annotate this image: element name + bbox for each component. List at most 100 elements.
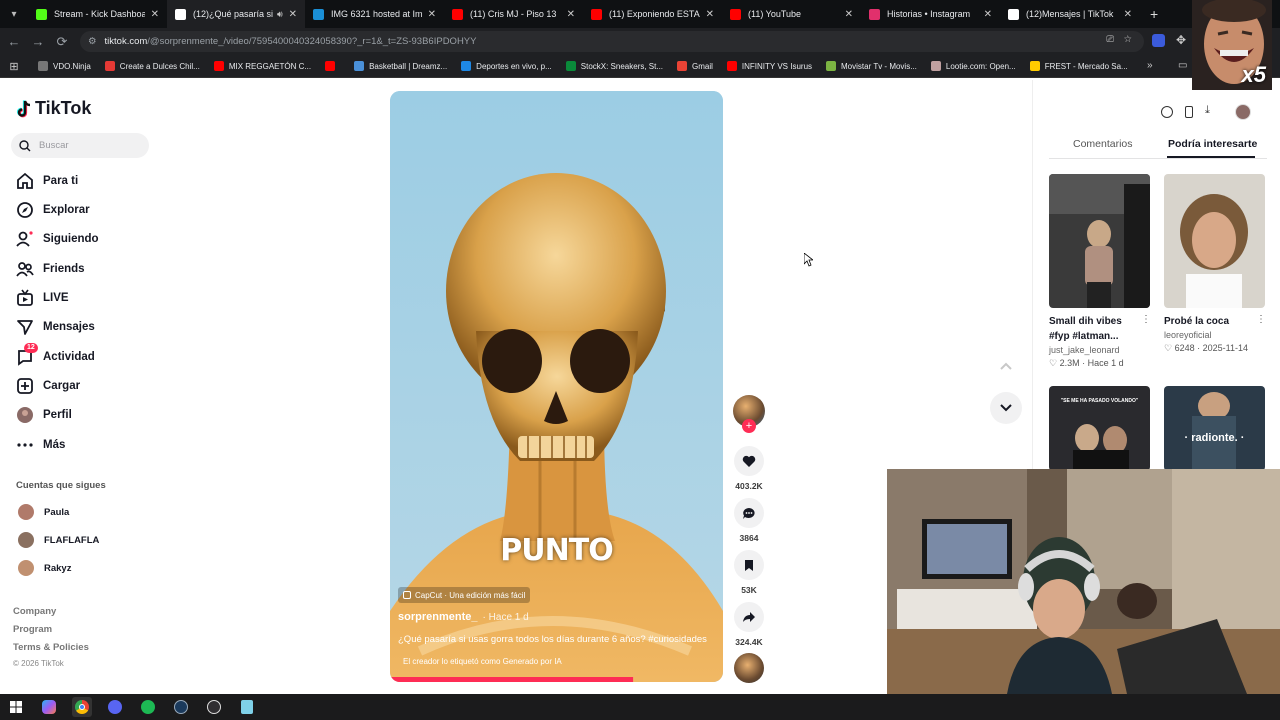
like-button[interactable]: [734, 446, 764, 476]
site-info-icon[interactable]: ⚙: [88, 36, 97, 47]
install-app-icon[interactable]: ⎚: [1106, 34, 1114, 45]
nav-item-more[interactable]: Más: [16, 435, 65, 455]
tab-search-icon[interactable]: ▾: [0, 0, 28, 28]
new-tab-button[interactable]: +: [1150, 6, 1158, 22]
spotify-icon[interactable]: [138, 697, 158, 717]
card-more-icon[interactable]: ⋮: [1141, 314, 1151, 325]
browser-tab[interactable]: Historias • Instagram ✕: [861, 0, 1000, 28]
search-input[interactable]: Buscar: [11, 133, 149, 158]
explore-small-icon[interactable]: [1161, 106, 1173, 118]
followed-account[interactable]: Paula: [18, 504, 69, 520]
reload-icon[interactable]: ⟳: [50, 34, 74, 50]
windows-start-icon[interactable]: [6, 697, 26, 717]
tab-comments[interactable]: Comentarios: [1073, 138, 1133, 150]
bookmark-item[interactable]: Create a Dulces Chil...: [104, 61, 200, 71]
tab-close-icon[interactable]: ✕: [428, 9, 436, 20]
next-video-button[interactable]: [990, 392, 1022, 424]
chrome-icon[interactable]: [72, 697, 92, 717]
device-icon[interactable]: [1185, 106, 1193, 118]
bookmark-item[interactable]: Movistar Tv - Movis...: [826, 61, 917, 71]
nav-item-upload[interactable]: Cargar: [16, 376, 80, 396]
capcut-tag[interactable]: CapCut · Una edición más fácil: [398, 587, 531, 603]
comment-button[interactable]: [734, 498, 764, 528]
footer-link[interactable]: Company: [13, 606, 56, 617]
browser-tab[interactable]: (11) YouTube ✕: [722, 0, 861, 28]
copilot-icon[interactable]: [39, 697, 59, 717]
suggested-video-card[interactable]: "SE ME HA PASADO VOLANDO": [1049, 386, 1150, 471]
video-thumbnail[interactable]: [1164, 174, 1265, 308]
tab-close-icon[interactable]: ✕: [289, 9, 297, 20]
tab-close-icon[interactable]: ✕: [567, 9, 575, 20]
notepad-icon[interactable]: [237, 697, 257, 717]
audio-playing-icon[interactable]: 🔊︎: [277, 9, 283, 20]
followed-account[interactable]: FLAFLAFLA: [18, 532, 99, 548]
follow-plus-button[interactable]: +: [742, 419, 756, 433]
tab-close-icon[interactable]: ✕: [1124, 9, 1132, 20]
nav-item-home[interactable]: Para ti: [16, 171, 78, 191]
bookmark-item[interactable]: Gmail: [677, 61, 713, 71]
extensions-puzzle-icon[interactable]: ✥: [1176, 33, 1186, 47]
video-author[interactable]: sorprenmente_: [398, 611, 477, 623]
tab-suggested[interactable]: Podría interesarte: [1168, 138, 1257, 150]
browser-tab[interactable]: (11) Exponiendo ESTAFAS ✕: [583, 0, 722, 28]
bookmark-item[interactable]: VDO.Ninja: [38, 61, 91, 71]
video-description[interactable]: ¿Qué pasaría si usas gorra todos los día…: [398, 634, 707, 645]
video-progress-bar[interactable]: [390, 677, 634, 682]
footer-link[interactable]: Terms & Policies: [13, 642, 89, 653]
tab-close-icon[interactable]: ✕: [706, 9, 714, 20]
video-thumbnail[interactable]: "SE ME HA PASADO VOLANDO": [1049, 386, 1150, 471]
bookmark-star-icon[interactable]: ☆: [1123, 34, 1132, 45]
suggested-video-card[interactable]: Probé la coca ⋮ leoreyoficial ♡ 6248 · 2…: [1164, 174, 1266, 354]
apps-grid-icon[interactable]: ⊞: [0, 60, 28, 73]
bookmarks-more-button[interactable]: »: [1147, 60, 1153, 71]
tab-close-icon[interactable]: ✕: [151, 9, 159, 20]
nav-item-following[interactable]: Siguiendo: [16, 229, 99, 249]
steam-icon[interactable]: [171, 697, 191, 717]
folder-icon[interactable]: ▭: [1178, 60, 1187, 71]
bookmark-item[interactable]: Basketball | Dreamz...: [354, 61, 447, 71]
previous-video-button[interactable]: [990, 350, 1022, 382]
nav-item-activity[interactable]: 12 Actividad: [16, 343, 95, 367]
browser-tab[interactable]: Stream - Kick Dashboard ✕: [28, 0, 167, 28]
music-disc-avatar[interactable]: [734, 653, 764, 683]
user-avatar[interactable]: [1235, 104, 1251, 120]
suggested-video-card[interactable]: Small dih vibes #fyp #latman... ⋮ just_j…: [1049, 174, 1151, 369]
discord-icon[interactable]: [105, 697, 125, 717]
video-player[interactable]: PUNTO CapCut · Una edición más fácil sor…: [390, 91, 723, 682]
card-more-icon[interactable]: ⋮: [1256, 314, 1266, 325]
back-icon[interactable]: ←: [2, 34, 26, 49]
save-button[interactable]: [734, 550, 764, 580]
ai-generated-label[interactable]: El creador lo etiquetó como Generado por…: [403, 657, 562, 666]
obs-icon[interactable]: [204, 697, 224, 717]
suggested-video-card[interactable]: · radionte. ·: [1164, 386, 1265, 471]
tiktok-logo[interactable]: TikTok: [16, 98, 91, 119]
card-user[interactable]: leoreyoficial: [1164, 330, 1265, 340]
nav-item-compass[interactable]: Explorar: [16, 200, 90, 220]
tab-close-icon[interactable]: ✕: [984, 9, 992, 20]
extension-icon[interactable]: [1152, 34, 1165, 47]
nav-item-messages[interactable]: Mensajes: [16, 317, 95, 337]
url-bar[interactable]: ⚙ tiktok.com/@sorprenmente_/video/759540…: [80, 31, 1144, 52]
card-user[interactable]: just_jake_leonard: [1049, 345, 1150, 355]
forward-icon[interactable]: →: [26, 34, 50, 49]
bookmark-item[interactable]: FREST - Mercado Sa...: [1029, 61, 1128, 71]
download-icon[interactable]: ⤓: [1205, 104, 1210, 117]
browser-tab[interactable]: (12)¿Qué pasaría si u 🔊︎ ✕: [167, 0, 305, 28]
browser-tab[interactable]: IMG 6321 hosted at ImgB ✕: [305, 0, 444, 28]
bookmark-item[interactable]: StockX: Sneakers, St...: [565, 61, 663, 71]
nav-item-live[interactable]: LIVE: [16, 288, 69, 308]
bookmark-item[interactable]: MIX REGGAETÓN C...: [213, 61, 311, 71]
video-thumbnail[interactable]: · radionte. ·: [1164, 386, 1265, 471]
browser-tab[interactable]: (12)Mensajes | TikTok ✕: [1000, 0, 1140, 28]
followed-account[interactable]: Rakyz: [18, 560, 71, 576]
share-button[interactable]: [734, 602, 764, 632]
tab-close-icon[interactable]: ✕: [845, 9, 853, 20]
video-thumbnail[interactable]: [1049, 174, 1150, 308]
nav-item-profile[interactable]: Perfil: [16, 405, 72, 425]
footer-link[interactable]: Program: [13, 624, 52, 635]
browser-tab[interactable]: (11) Cris MJ - Piso 13 ✕: [444, 0, 583, 28]
nav-item-friends[interactable]: Friends: [16, 259, 85, 279]
bookmark-item[interactable]: Deportes en vivo, p...: [461, 61, 552, 71]
bookmark-item[interactable]: [325, 61, 340, 71]
bookmark-item[interactable]: INFINITY VS Isurus: [726, 61, 812, 71]
